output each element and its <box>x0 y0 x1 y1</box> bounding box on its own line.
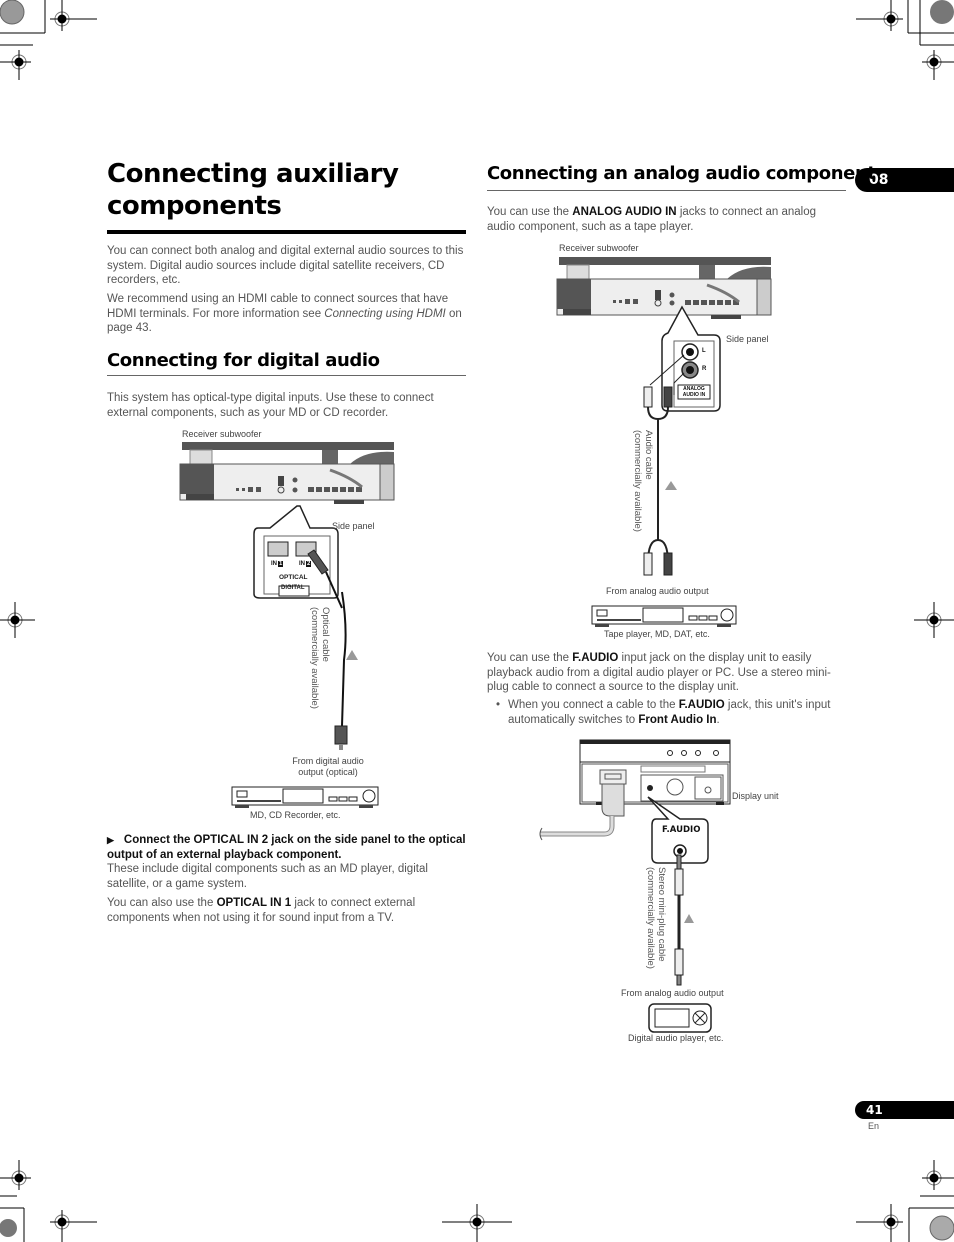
optical-in1-note: You can also use the OPTICAL IN 1 jack t… <box>107 897 416 924</box>
hdmi-reference-link[interactable]: Connecting using HDMI <box>324 308 445 320</box>
analog-intro: You can use the ANALOG AUDIO IN jacks to… <box>487 206 816 233</box>
optical-label: OPTICAL <box>279 574 308 581</box>
side-panel-label-analog: Side panel <box>726 334 769 344</box>
intro-paragraph-2: We recommend using an HDMI cable to conn… <box>107 292 467 336</box>
section-rule-analog <box>487 190 846 191</box>
display-unit-label: Display unit <box>732 791 779 801</box>
language-label: En <box>868 1121 880 1131</box>
page-number-tab: 41 <box>855 1101 954 1119</box>
md-cd-recorder-icon <box>231 786 379 808</box>
digital-section-heading: Connecting for digital audio <box>107 350 380 371</box>
bullet-icon: • <box>496 699 501 711</box>
page-title: Connecting auxiliary components <box>107 159 399 221</box>
step-marker-icon: ▶ <box>107 835 114 845</box>
optical-cable-label: Optical cable (commercially available) <box>309 607 331 709</box>
tape-player-label: Tape player, MD, DAT, etc. <box>604 629 710 639</box>
faudio-intro: You can use the F.AUDIO input jack on th… <box>487 652 831 694</box>
stereo-mini-plug-cable <box>674 854 694 986</box>
jack-l-label: L <box>702 348 706 354</box>
digital-label: DIGITAL <box>281 585 305 591</box>
digital-intro: This system has optical-type digital inp… <box>107 392 434 419</box>
side-panel-label: Side panel <box>332 521 375 531</box>
intro-paragraph-1: You can connect both analog and digital … <box>107 245 464 287</box>
side-panel-callout <box>253 505 343 609</box>
analog-section-heading: Connecting an analog audio component <box>487 163 876 184</box>
optical-in2-label: IN 2 <box>299 561 312 567</box>
tape-player-icon <box>591 605 737 627</box>
digital-source-label: From digital audio output (optical) <box>292 756 364 777</box>
analog-source-label: From analog audio output <box>606 586 709 596</box>
section-rule <box>107 375 466 376</box>
faudio-jack-label: F.AUDIO <box>662 825 701 835</box>
faudio-bullet: • When you connect a cable to the F.AUDIO… <box>496 699 831 726</box>
md-cd-recorder-label: MD, CD Recorder, etc. <box>250 810 341 820</box>
jack-r-label: R <box>702 366 707 372</box>
receiver-label-analog: Receiver subwoofer <box>559 243 639 253</box>
digital-audio-player-icon <box>648 1003 712 1033</box>
step-detail: These include digital components such as… <box>107 863 428 890</box>
digital-audio-player-label: Digital audio player, etc. <box>628 1033 724 1043</box>
stereo-cable-label: Stereo mini-plug cable (commercially avai… <box>645 867 667 969</box>
audio-cable-label: Audio cable (commercially available) <box>632 430 654 532</box>
optical-in1-label: IN 1 <box>271 561 284 567</box>
title-rule <box>107 230 466 234</box>
receiver-label: Receiver subwoofer <box>182 429 262 439</box>
faudio-source-label: From analog audio output <box>621 988 724 998</box>
step-instruction: ▶ Connect the OPTICAL IN 2 jack on the si… <box>107 834 466 861</box>
